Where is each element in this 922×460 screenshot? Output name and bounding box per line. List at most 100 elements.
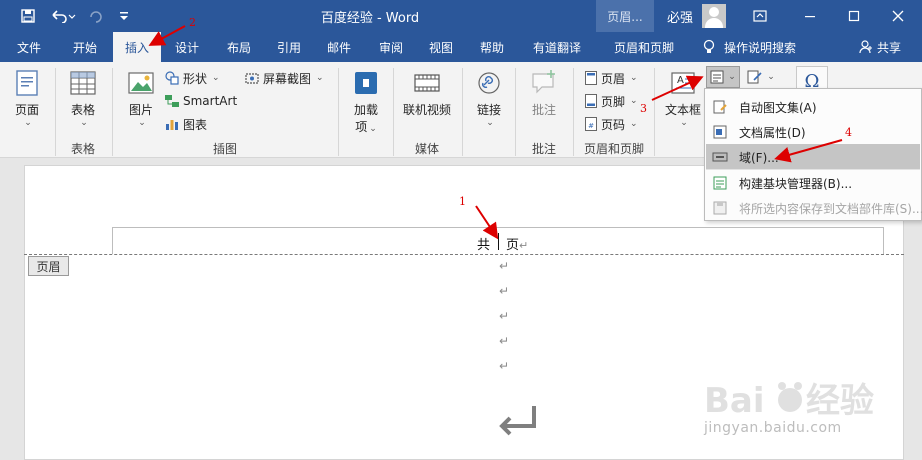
store-icon <box>355 72 377 94</box>
tab-file[interactable]: 文件 <box>6 32 52 62</box>
chevron-down-icon: ⌄ <box>767 72 775 82</box>
tab-insert[interactable]: 插入 <box>113 32 161 62</box>
group-label-comments: 批注 <box>531 142 556 156</box>
link-button[interactable]: 链接 ⌄ <box>470 68 508 128</box>
pages-label: 页面 <box>14 103 39 117</box>
tab-design[interactable]: 设计 <box>164 32 210 62</box>
page-number-icon: # <box>585 117 597 131</box>
document-property-icon <box>713 125 727 139</box>
quick-parts-icon <box>710 70 724 84</box>
chevron-down-icon: ⌄ <box>728 72 736 82</box>
header-separator-line <box>24 254 904 255</box>
ribbon-display-options-icon[interactable] <box>748 0 772 32</box>
header-text-total[interactable]: 共 <box>477 234 490 253</box>
avatar[interactable] <box>702 4 726 28</box>
group-divider <box>338 68 339 156</box>
tab-home[interactable]: 开始 <box>60 32 110 62</box>
close-icon[interactable] <box>886 0 910 32</box>
header-button[interactable]: 页眉 ⌄ <box>584 68 638 88</box>
menu-item-label: 构建基块管理器(B)... <box>739 177 853 191</box>
pages-button[interactable]: 页面 ⌄ <box>8 68 46 128</box>
addins-label-line1: 加载 <box>353 103 378 117</box>
undo-icon[interactable] <box>48 0 78 32</box>
group-divider <box>515 68 516 156</box>
header-text-pages[interactable]: 页↵ <box>506 234 528 253</box>
smartart-button[interactable]: SmartArt <box>164 91 237 111</box>
share-button[interactable]: 共享 <box>850 32 910 62</box>
picture-icon <box>128 72 154 94</box>
save-icon[interactable] <box>16 0 40 32</box>
menu-item-label: 自动图文集(A) <box>739 101 817 115</box>
tab-youdao-translate[interactable]: 有道翻译 <box>524 32 590 62</box>
tab-review[interactable]: 审阅 <box>368 32 414 62</box>
tell-me-search[interactable]: 操作说明搜索 <box>702 32 814 62</box>
customize-quick-access-icon[interactable] <box>114 0 134 32</box>
paragraph-mark: ↵ <box>499 284 510 298</box>
header-label: 页眉 <box>601 71 626 86</box>
chart-button[interactable]: 图表 <box>164 114 207 134</box>
field-icon <box>712 152 728 162</box>
annotation-number-3: 3 <box>640 102 647 115</box>
chart-label: 图表 <box>183 117 208 132</box>
tab-view[interactable]: 视图 <box>418 32 464 62</box>
watermark-url: jingyan.baidu.com <box>704 420 842 436</box>
enter-key-icon <box>499 406 536 436</box>
paragraph-mark: ↵ <box>499 259 510 273</box>
chevron-down-icon: ⌄ <box>212 73 220 83</box>
person-icon <box>859 40 872 54</box>
tab-header-footer[interactable]: 页眉和页脚 <box>606 32 682 62</box>
header-label-tag: 页眉 <box>28 256 69 276</box>
quick-parts-menu: 自动图文集(A) 文档属性(D) 域(F)... 构建基块管理器(B)... 将… <box>704 88 922 221</box>
screenshot-label: 屏幕截图 <box>263 71 312 86</box>
chevron-down-icon: ⌄ <box>80 118 88 128</box>
quick-parts-button[interactable]: ⌄ <box>706 66 740 88</box>
textbox-label: 文本框 <box>664 103 701 117</box>
menu-item-save-selection[interactable]: 将所选内容保存到文档部件库(S)... <box>706 195 922 220</box>
redo-icon[interactable] <box>86 0 106 32</box>
screenshot-button[interactable]: 屏幕截图 ⌄ <box>244 68 324 88</box>
shapes-button[interactable]: 形状 ⌄ <box>164 68 220 88</box>
chevron-down-icon: ⌄ <box>680 118 688 128</box>
svg-text:经验: 经验 <box>806 381 874 421</box>
paragraph-mark: ↵ <box>499 309 510 323</box>
film-icon <box>414 74 440 92</box>
tell-me-label: 操作说明搜索 <box>724 40 797 55</box>
maximize-icon[interactable] <box>842 0 866 32</box>
group-divider <box>573 68 574 156</box>
annotation-number-1: 1 <box>459 195 466 208</box>
share-label: 共享 <box>876 40 901 55</box>
addins-button[interactable]: 加载 项 ⌄ <box>346 68 386 135</box>
group-label-illustrations: 插图 <box>212 142 237 156</box>
menu-item-document-property[interactable]: 文档属性(D) <box>706 119 920 144</box>
menu-item-autotext[interactable]: 自动图文集(A) <box>706 94 920 119</box>
footer-button[interactable]: 页脚 ⌄ <box>584 91 638 111</box>
group-divider <box>654 68 655 156</box>
tab-mailings[interactable]: 邮件 <box>316 32 362 62</box>
tab-layout[interactable]: 布局 <box>216 32 262 62</box>
textbox-button[interactable]: A 文本框 ⌄ <box>662 68 704 128</box>
menu-item-field[interactable]: 域(F)... <box>706 144 920 169</box>
signature-line-button[interactable]: ⌄ <box>744 66 778 88</box>
page-number-label: 页码 <box>601 117 626 132</box>
table-button[interactable]: 表格 ⌄ <box>64 68 102 128</box>
menu-item-label: 域(F)... <box>739 151 779 165</box>
user-name[interactable]: 必强 <box>662 0 698 32</box>
screenshot-icon <box>245 73 259 84</box>
paragraph-mark: ↵ <box>499 359 510 373</box>
minimize-icon[interactable] <box>798 0 822 32</box>
page-number-button[interactable]: # 页码 ⌄ <box>584 114 638 134</box>
page-icon <box>16 70 38 96</box>
picture-button[interactable]: 图片 ⌄ <box>122 68 160 128</box>
lightbulb-icon <box>703 39 715 53</box>
signature-pen-icon <box>747 70 762 84</box>
save-selection-icon <box>713 201 727 215</box>
menu-item-label: 文档属性(D) <box>739 126 806 140</box>
tab-help[interactable]: 帮助 <box>469 32 515 62</box>
title-bar: 百度经验 - Word 页眉... 必强 <box>0 0 922 32</box>
tab-references[interactable]: 引用 <box>266 32 312 62</box>
chevron-down-icon: ⌄ <box>630 73 638 83</box>
menu-item-building-blocks[interactable]: 构建基块管理器(B)... <box>706 169 920 194</box>
online-video-button[interactable]: 联机视频 <box>400 68 454 118</box>
shapes-label: 形状 <box>183 71 208 86</box>
comment-button[interactable]: 批注 <box>522 68 566 118</box>
